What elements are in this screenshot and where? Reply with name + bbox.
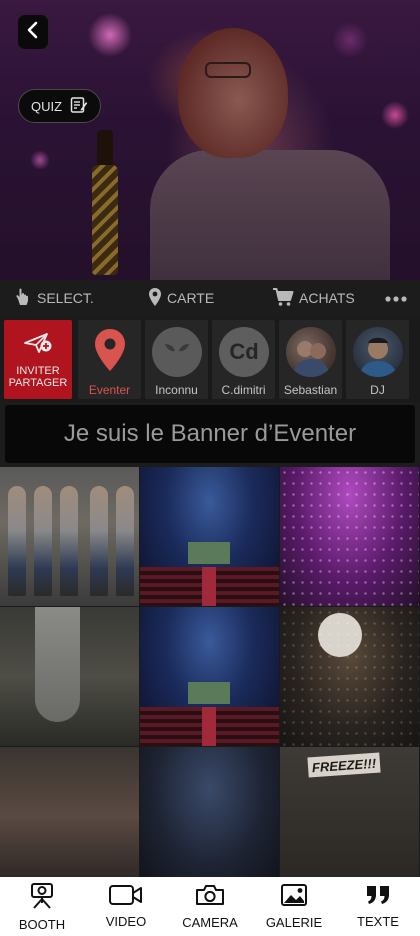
user-card-sebastian[interactable]: Sebastian [279, 320, 342, 399]
sebastian-avatar [286, 327, 336, 377]
shopping-cart-icon [272, 287, 294, 310]
avatar-photo [292, 341, 330, 377]
map-button[interactable]: CARTE [148, 280, 214, 316]
booth-camera-icon [29, 881, 55, 914]
hero-person-head [178, 28, 288, 158]
select-label: SELECT. [37, 290, 94, 306]
nav-label: GALERIE [265, 915, 323, 930]
invite-label: INVITER PARTAGER [9, 365, 68, 389]
user-card-cdimitri[interactable]: Cd C.dimitri [212, 320, 275, 399]
more-dots-icon [384, 290, 408, 306]
action-toolbar: SELECT. CARTE ACHATS [0, 280, 420, 316]
gallery-photo-group[interactable] [0, 467, 139, 606]
gallery-photo-stage-2[interactable] [140, 607, 279, 746]
freeze-sign: FREEZE!!! [307, 752, 381, 778]
user-name: DJ [370, 383, 385, 397]
select-button[interactable]: SELECT. [14, 280, 94, 316]
user-name: Sebastian [283, 383, 338, 397]
avatar-photo [359, 337, 397, 377]
nav-booth[interactable]: BOOTH [0, 877, 84, 936]
more-options-button[interactable] [384, 280, 408, 316]
back-button[interactable] [18, 15, 48, 49]
invite-share-button[interactable]: INVITER PARTAGER [4, 320, 72, 399]
chevron-left-icon [26, 21, 40, 44]
paper-plane-add-icon [23, 332, 53, 359]
hero-bottle [92, 165, 118, 275]
cdimitri-avatar: Cd [219, 327, 269, 377]
video-camera-icon [108, 884, 144, 911]
bottom-navigation: BOOTH VIDEO CAMERA GALERIE TEXTE [0, 877, 420, 936]
user-card-eventer[interactable]: Eventer [78, 320, 141, 399]
quiz-label: QUIZ [30, 98, 63, 114]
gallery-photo-party[interactable] [0, 747, 139, 886]
hero-person-body [150, 150, 390, 280]
gallery-photo-disco[interactable] [280, 607, 419, 746]
quote-icon [365, 884, 391, 911]
gallery-photo-confetti[interactable] [280, 467, 419, 606]
nav-label: VIDEO [105, 914, 147, 929]
edit-note-icon [70, 96, 88, 117]
nav-galerie[interactable]: GALERIE [252, 877, 336, 936]
nav-label: TEXTE [357, 914, 399, 929]
hero-photo: QUIZ [0, 0, 420, 280]
map-label: CARTE [167, 290, 215, 306]
invite-label-line1: INVITER [16, 365, 60, 377]
eventer-banner[interactable]: Je suis le Banner d’Eventer [5, 405, 415, 463]
gallery-photo-stage[interactable] [140, 467, 279, 606]
hand-pointer-icon [14, 287, 32, 310]
hero-bottle-neck [97, 130, 113, 170]
location-pin-icon [93, 327, 127, 377]
alien-icon [162, 340, 192, 365]
user-card-inconnu[interactable]: Inconnu [145, 320, 208, 399]
image-icon [280, 883, 308, 912]
location-pin-icon [148, 287, 162, 310]
nav-label: CAMERA [182, 915, 238, 930]
user-name: Inconnu [155, 383, 198, 397]
user-card-dj[interactable]: DJ [346, 320, 409, 399]
user-name: Eventer [88, 383, 131, 397]
invite-label-line2: PARTAGER [8, 377, 68, 389]
gallery-photo-freeze[interactable]: FREEZE!!! [280, 747, 419, 886]
quiz-button[interactable]: QUIZ [18, 89, 101, 123]
purchases-label: ACHATS [299, 290, 355, 306]
nav-texte[interactable]: TEXTE [336, 877, 420, 936]
nav-label: BOOTH [18, 917, 66, 932]
banner-text: Je suis le Banner d’Eventer [63, 420, 357, 447]
dj-avatar [353, 327, 403, 377]
user-name: C.dimitri [221, 383, 266, 397]
users-row: INVITER PARTAGER Eventer Inconnu Cd C.di… [0, 316, 420, 402]
inconnu-avatar [152, 327, 202, 377]
purchases-button[interactable]: ACHATS [272, 280, 355, 316]
app-screen: QUIZ SELECT. CARTE ACHATS INVITER PARTAG… [0, 0, 420, 936]
nav-video[interactable]: VIDEO [84, 877, 168, 936]
camera-icon [195, 883, 225, 912]
hero-glasses [205, 62, 251, 78]
gallery-photo-wedding[interactable] [0, 607, 139, 746]
avatar-initials: Cd [229, 339, 259, 364]
nav-camera[interactable]: CAMERA [168, 877, 252, 936]
eventer-avatar [85, 327, 135, 377]
gallery-photo-crowd[interactable] [140, 747, 279, 886]
photo-gallery-grid: FREEZE!!! [0, 467, 420, 886]
